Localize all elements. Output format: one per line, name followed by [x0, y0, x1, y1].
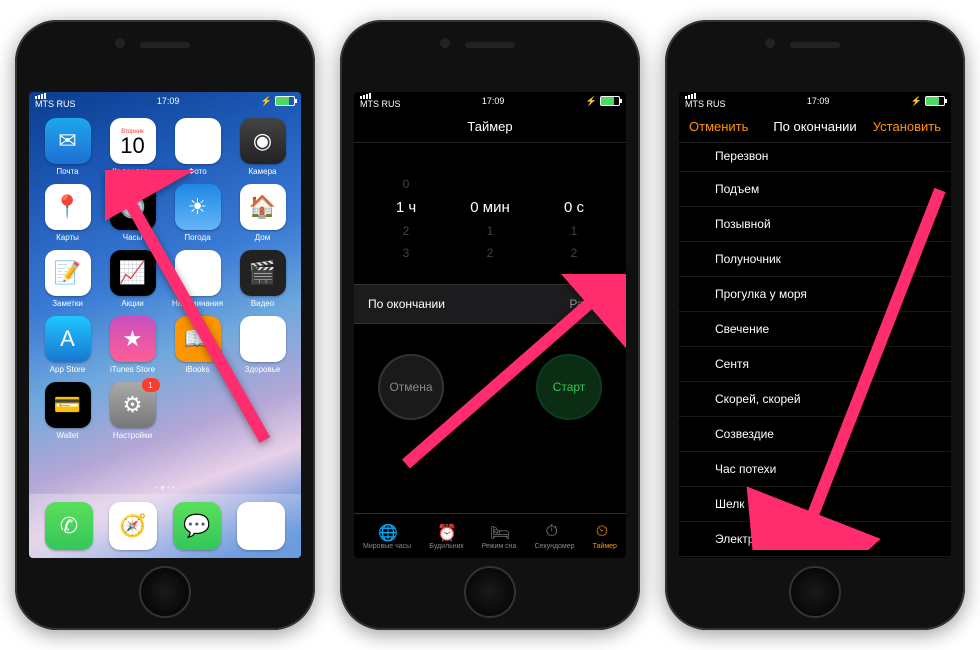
app-stocks[interactable]: 📈Акции [102, 250, 163, 312]
list-item[interactable]: Подъем [679, 172, 951, 207]
list-item[interactable]: Час потехи [679, 452, 951, 487]
nav-title: Таймер [467, 119, 512, 134]
app-grid: ✉︎Почта Вторник10Календарь ❀Фото ◉Камера… [29, 110, 301, 481]
app-calendar[interactable]: Вторник10Календарь [102, 118, 163, 180]
home-button[interactable] [139, 566, 191, 618]
status-time: 17:09 [157, 96, 180, 106]
chevron-right-icon: › [608, 297, 612, 311]
tab-stopwatch[interactable]: ⏱Секундомер [534, 523, 574, 550]
nav-title: По окончании [773, 119, 856, 134]
app-photos[interactable]: ❀Фото [167, 118, 228, 180]
seconds-wheel[interactable]: 0 с12 [532, 173, 615, 264]
status-bar: MTS RUS 17:09 ⚡ [679, 92, 951, 110]
stopwatch-icon: ⏱ [546, 523, 564, 541]
app-home[interactable]: 🏠Дом [232, 184, 293, 246]
list-item[interactable]: Полуночник [679, 242, 951, 277]
app-mail[interactable]: ✉︎Почта [37, 118, 98, 180]
app-settings[interactable]: ⚙︎1Настройки [102, 382, 163, 444]
tab-bar: 🌐Мировые часы ⏰Будильник 🛏Режим сна ⏱Сек… [354, 513, 626, 558]
home-button[interactable] [789, 566, 841, 618]
nav-bar: Таймер [354, 110, 626, 143]
app-ibooks[interactable]: 📖iBooks [167, 316, 228, 378]
tab-world-clock[interactable]: 🌐Мировые часы [363, 523, 411, 550]
bed-icon: 🛏 [490, 523, 508, 541]
app-appstore[interactable]: AApp Store [37, 316, 98, 378]
timer-icon: ⏲ [596, 523, 614, 541]
app-itunes[interactable]: ★iTunes Store [102, 316, 163, 378]
when-timer-ends-row[interactable]: По окончании Радар› [354, 284, 626, 324]
sound-list[interactable]: Перезвон Подъем Позывной Полуночник Прог… [679, 143, 951, 558]
app-maps[interactable]: 📍Карты [37, 184, 98, 246]
cancel-button[interactable]: Отмена [378, 354, 444, 420]
app-weather[interactable]: ☀︎Погода [167, 184, 228, 246]
dock: ✆ 🧭 💬 ♫ [29, 494, 301, 558]
list-item[interactable]: Созвездие [679, 417, 951, 452]
time-picker[interactable]: 01 ч23 0 мин12 0 с12 [354, 143, 626, 284]
list-item[interactable]: Сентя [679, 347, 951, 382]
minutes-wheel[interactable]: 0 мин12 [448, 173, 531, 264]
dock-music[interactable]: ♫ [237, 502, 285, 550]
hours-wheel[interactable]: 01 ч23 [364, 173, 447, 264]
list-item[interactable]: Электросхема [679, 522, 951, 557]
dock-phone[interactable]: ✆ [45, 502, 93, 550]
alarm-icon: ⏰ [437, 523, 455, 541]
status-bar: MTS RUS 17:09 ⚡ [354, 92, 626, 110]
globe-icon: 🌐 [378, 523, 396, 541]
cancel-button[interactable]: Отменить [689, 119, 748, 134]
app-notes[interactable]: 📝Заметки [37, 250, 98, 312]
home-screen: MTS RUS 17:09 ⚡ ✉︎Почта Вторник10Календа… [29, 92, 301, 558]
list-item[interactable]: Прогулка у моря [679, 277, 951, 312]
nav-bar: Отменить По окончании Установить [679, 110, 951, 143]
app-wallet[interactable]: 💳Wallet [37, 382, 98, 444]
app-camera[interactable]: ◉Камера [232, 118, 293, 180]
list-item[interactable]: Скорей, скорей [679, 382, 951, 417]
app-clock[interactable]: 🕐Часы [102, 184, 163, 246]
app-health[interactable]: ♥︎Здоровье [232, 316, 293, 378]
home-button[interactable] [464, 566, 516, 618]
phone-timer: MTS RUS 17:09 ⚡ Таймер 01 ч23 0 мин12 0 … [340, 20, 640, 630]
list-item[interactable]: Перезвон [679, 143, 951, 172]
app-reminders[interactable]: ☑︎Напоминания [167, 250, 228, 312]
tab-timer[interactable]: ⏲Таймер [593, 523, 617, 550]
list-item[interactable]: Позывной [679, 207, 951, 242]
dock-safari[interactable]: 🧭 [109, 502, 157, 550]
timer-screen: MTS RUS 17:09 ⚡ Таймер 01 ч23 0 мин12 0 … [354, 92, 626, 558]
tab-bedtime[interactable]: 🛏Режим сна [482, 523, 517, 550]
sound-list-screen: MTS RUS 17:09 ⚡ Отменить По окончании Ус… [679, 92, 951, 558]
list-item[interactable]: Свечение [679, 312, 951, 347]
status-bar: MTS RUS 17:09 ⚡ [29, 92, 301, 110]
list-item-classic[interactable]: Классическ› [679, 557, 951, 558]
page-dots[interactable]: • ● • • [29, 481, 301, 494]
set-button[interactable]: Установить [873, 119, 941, 134]
start-button[interactable]: Старт [536, 354, 602, 420]
dock-messages[interactable]: 💬 [173, 502, 221, 550]
tab-alarm[interactable]: ⏰Будильник [429, 523, 463, 550]
phone-home: MTS RUS 17:09 ⚡ ✉︎Почта Вторник10Календа… [15, 20, 315, 630]
app-videos[interactable]: 🎬Видео [232, 250, 293, 312]
list-item[interactable]: Шелк [679, 487, 951, 522]
phone-sound-list: MTS RUS 17:09 ⚡ Отменить По окончании Ус… [665, 20, 965, 630]
